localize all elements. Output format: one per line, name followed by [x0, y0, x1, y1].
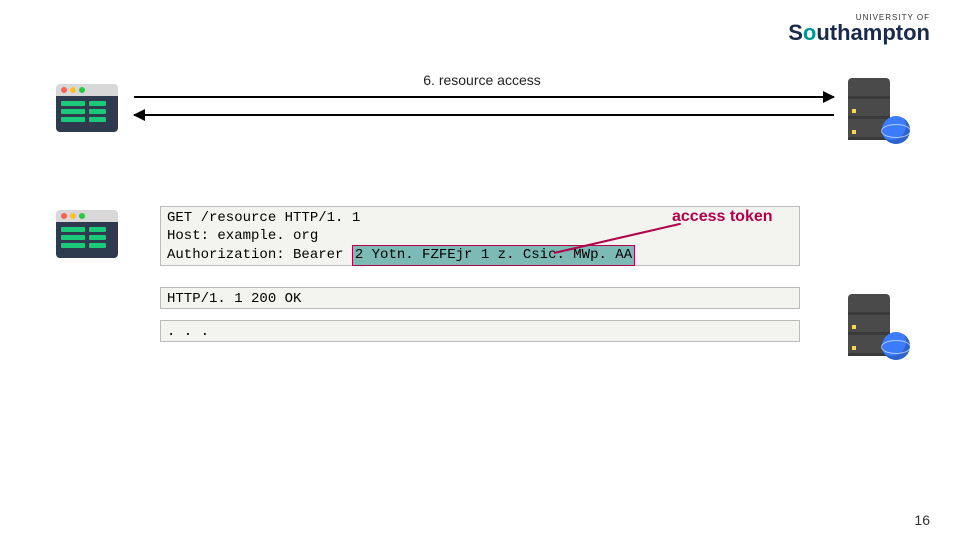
access-token-annotation: access token: [672, 208, 773, 226]
arrow-right: [134, 96, 834, 98]
logo-main: Southampton: [788, 22, 930, 44]
access-token-value: 2 Yotn. FZFEjr 1 z. Csic. MWp. AA: [352, 245, 635, 265]
arrowhead-right-icon: [823, 91, 835, 103]
server-icon-bottom: [848, 294, 904, 356]
page-number: 16: [914, 512, 930, 528]
client-icon-top: [56, 84, 118, 132]
globe-icon: [882, 116, 910, 144]
server-icon-top: [848, 78, 904, 140]
arrow-left: [134, 114, 834, 116]
client-icon-mid: [56, 210, 118, 258]
arrowhead-left-icon: [133, 109, 145, 121]
request-line2: Host: example. org: [167, 228, 318, 244]
globe-icon: [882, 332, 910, 360]
step-label: 6. resource access: [392, 72, 572, 88]
http-response-status: HTTP/1. 1 200 OK: [160, 287, 800, 309]
http-response-body: . . .: [160, 320, 800, 342]
request-line1: GET /resource HTTP/1. 1: [167, 210, 360, 226]
logo: UNIVERSITY OF Southampton: [788, 14, 930, 44]
request-auth-prefix: Authorization: Bearer: [167, 247, 352, 263]
